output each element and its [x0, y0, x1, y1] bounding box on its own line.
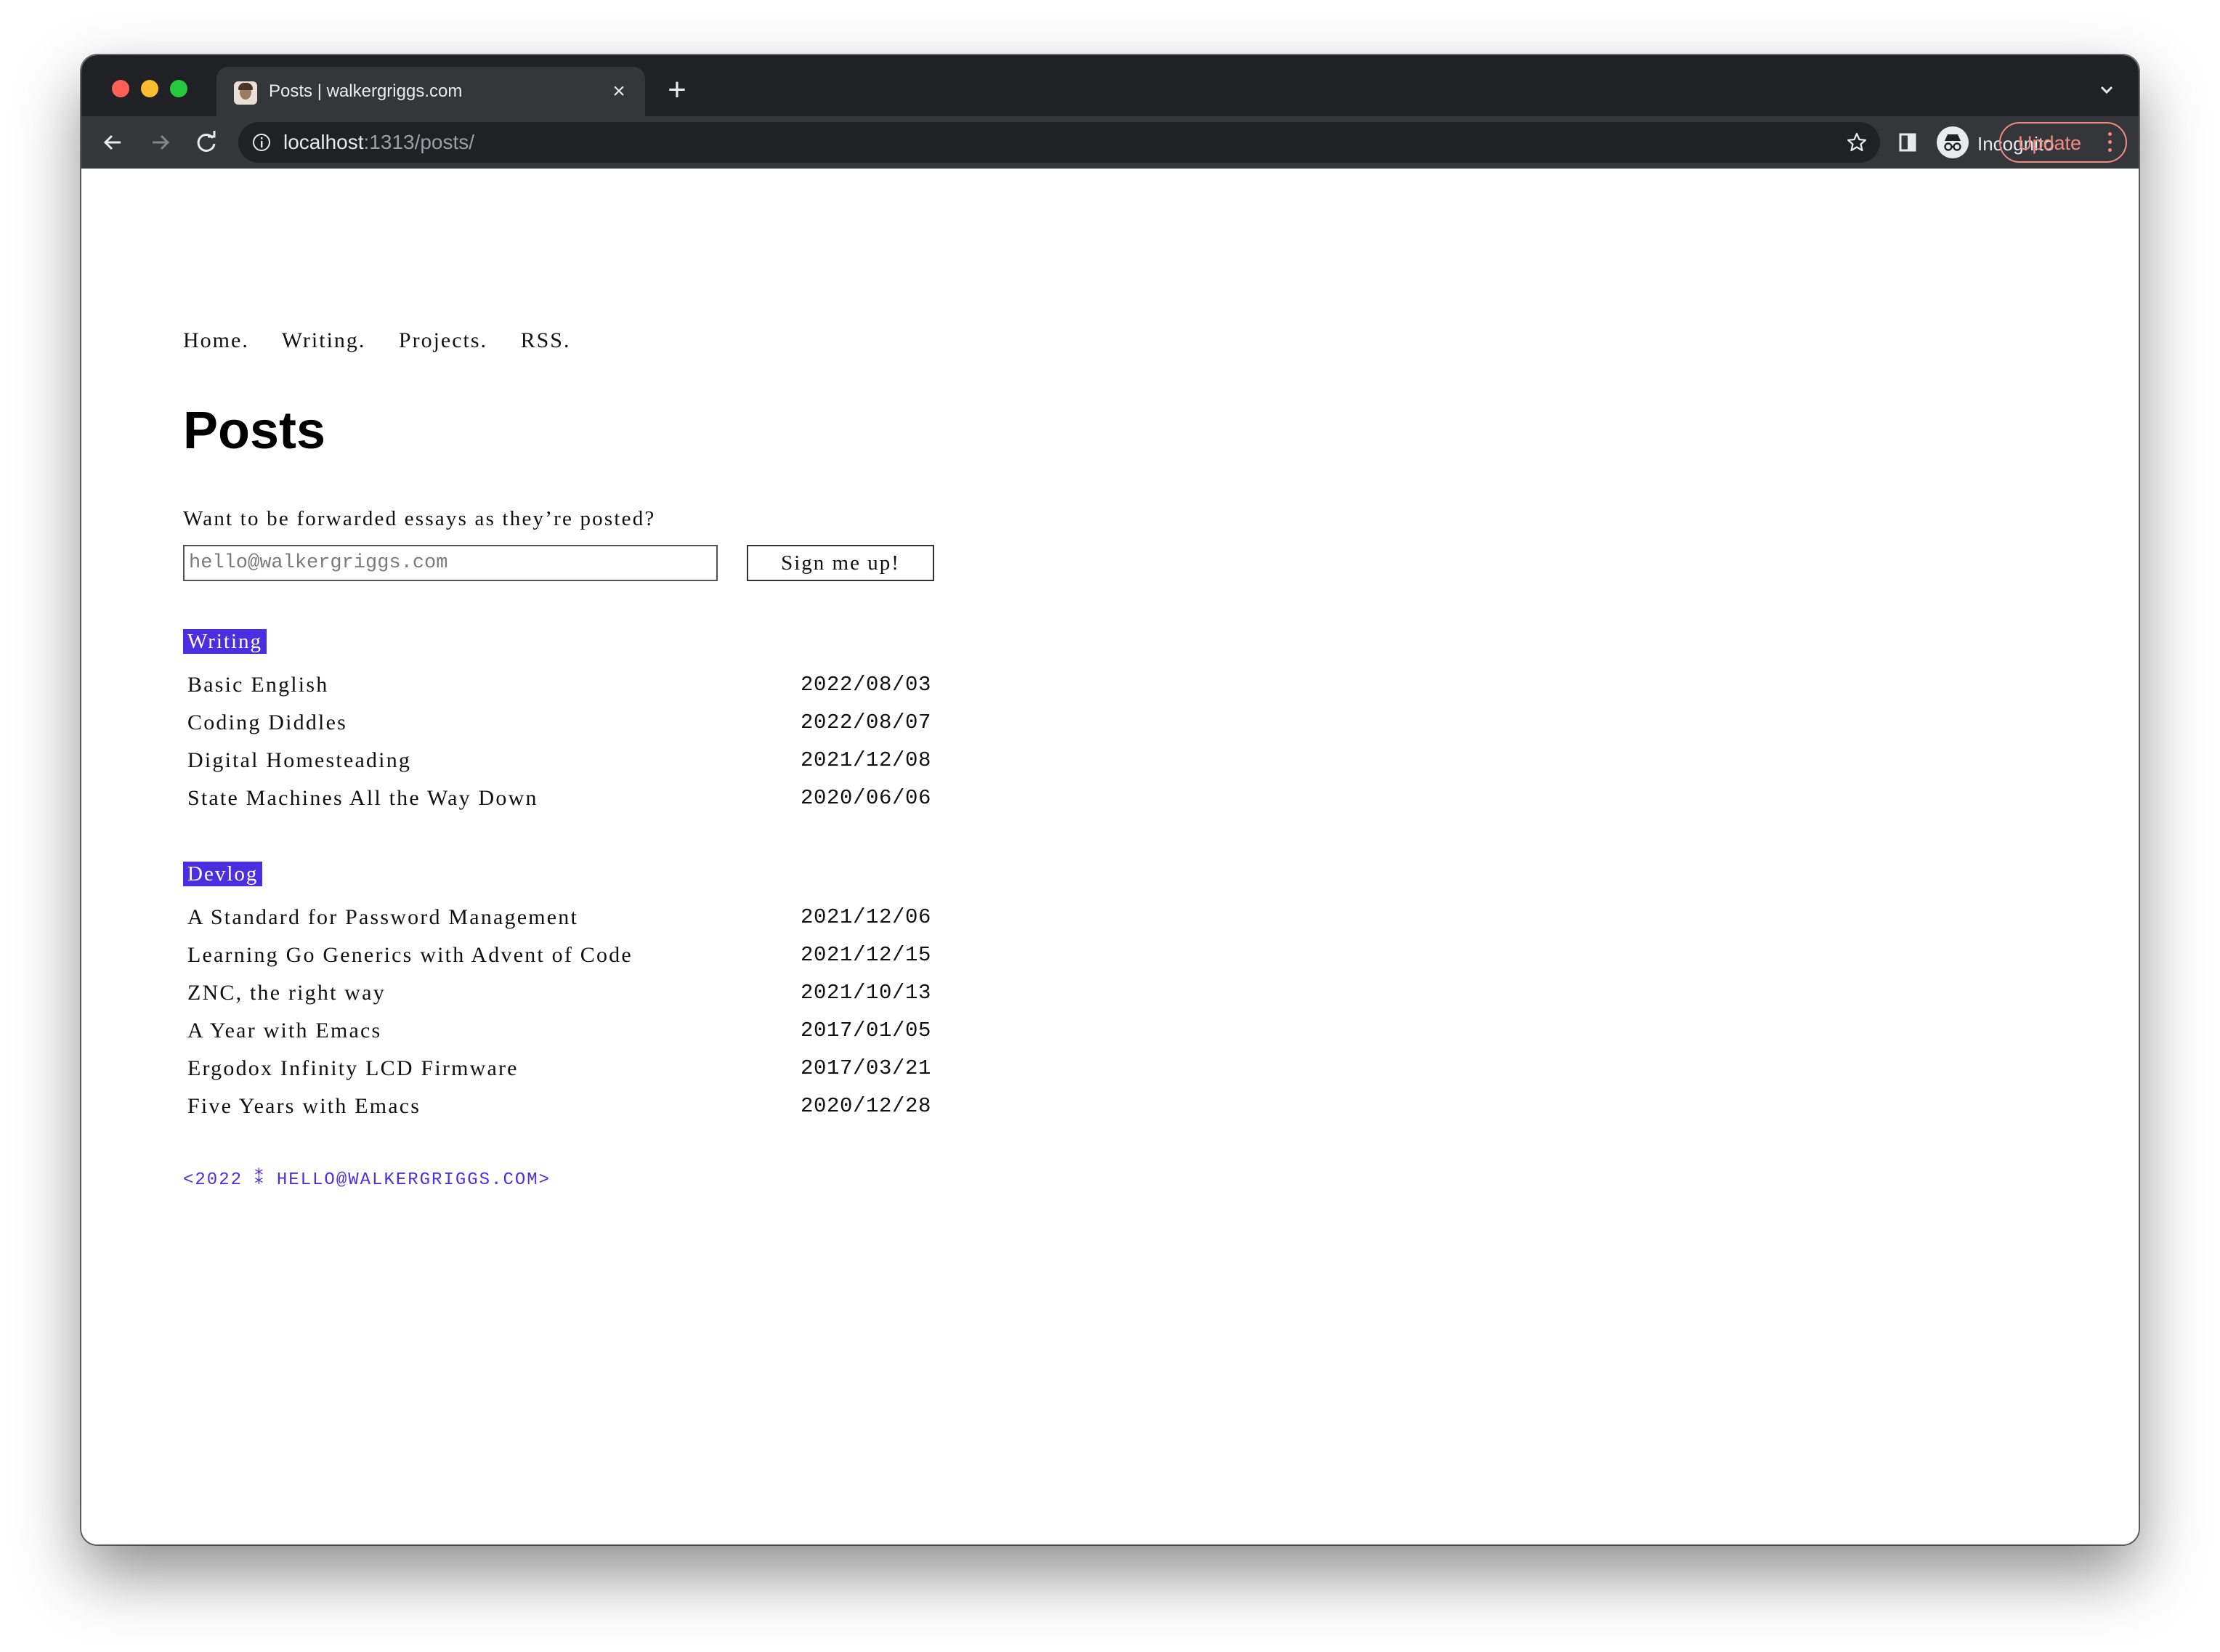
post-row[interactable]: ZNC, the right way 2021/10/13: [183, 975, 939, 1013]
section-writing: Writing Basic English 2022/08/03 Coding D…: [183, 629, 939, 818]
tab-close-icon[interactable]: ×: [606, 78, 632, 105]
forward-button[interactable]: [144, 126, 176, 158]
section-tag-writing[interactable]: Writing: [183, 629, 267, 654]
post-date: 2022/08/07: [800, 710, 931, 734]
post-date: 2021/12/06: [800, 905, 931, 929]
post-title[interactable]: Coding Diddles: [187, 710, 347, 735]
post-list-devlog: A Standard for Password Management 2021/1…: [183, 899, 939, 1126]
section-tag-devlog[interactable]: Devlog: [183, 862, 263, 886]
side-panel-icon[interactable]: [1892, 126, 1924, 158]
site-info-icon[interactable]: [251, 132, 272, 153]
post-title[interactable]: Five Years with Emacs: [187, 1094, 421, 1119]
incognito-icon: [1937, 126, 1969, 158]
post-title[interactable]: ZNC, the right way: [187, 981, 386, 1005]
address-bar[interactable]: localhost:1313/posts/: [238, 122, 1880, 163]
post-row[interactable]: Basic English 2022/08/03: [183, 667, 939, 705]
post-date: 2017/01/05: [800, 1019, 931, 1042]
email-field[interactable]: [183, 545, 718, 581]
page-title: Posts: [183, 402, 326, 460]
nav-rss[interactable]: RSS.: [521, 328, 571, 352]
post-date: 2017/03/21: [800, 1056, 931, 1080]
tab-title: Posts | walkergriggs.com: [269, 81, 463, 101]
post-date: 2021/10/13: [800, 981, 931, 1005]
post-row[interactable]: Learning Go Generics with Advent of Code…: [183, 937, 939, 975]
post-list-writing: Basic English 2022/08/03 Coding Diddles 20…: [183, 667, 939, 818]
post-date: 2022/08/03: [800, 673, 931, 697]
post-row[interactable]: Digital Homesteading 2021/12/08: [183, 742, 939, 780]
url-path: :1313/posts/: [363, 131, 475, 153]
section-devlog: Devlog A Standard for Password Managemen…: [183, 862, 939, 1126]
post-title[interactable]: Ergodox Infinity LCD Firmware: [187, 1056, 519, 1081]
post-row[interactable]: Ergodox Infinity LCD Firmware 2017/03/21: [183, 1050, 939, 1088]
url-text: localhost:1313/posts/: [283, 131, 474, 154]
post-row[interactable]: Coding Diddles 2022/08/07: [183, 705, 939, 742]
update-button[interactable]: Update: [1999, 122, 2127, 163]
post-date: 2020/12/28: [800, 1094, 931, 1118]
browser-window: Posts | walkergriggs.com × + localhost:1…: [81, 55, 2139, 1544]
minimize-window-button[interactable]: [141, 80, 158, 97]
url-host: localhost: [283, 131, 364, 153]
tab-strip: Posts | walkergriggs.com × +: [81, 55, 2139, 116]
post-row[interactable]: A Standard for Password Management 2021/1…: [183, 899, 939, 937]
post-row[interactable]: A Year with Emacs 2017/01/05: [183, 1013, 939, 1050]
post-row[interactable]: Five Years with Emacs 2020/12/28: [183, 1088, 939, 1126]
subscribe-prompt: Want to be forwarded essays as they’re p…: [183, 507, 656, 530]
post-title[interactable]: Learning Go Generics with Advent of Code: [187, 943, 633, 968]
browser-toolbar: localhost:1313/posts/ Incognito Update: [81, 116, 2139, 169]
close-window-button[interactable]: [112, 80, 129, 97]
tab-posts[interactable]: Posts | walkergriggs.com ×: [216, 67, 645, 116]
post-date: 2021/12/15: [800, 943, 931, 967]
reload-button[interactable]: [190, 126, 222, 158]
sign-up-button[interactable]: Sign me up!: [747, 545, 934, 581]
footer-contact-link[interactable]: <2022 ⁑ HELLO@WALKERGRIGGS.COM>: [183, 1168, 551, 1190]
post-title[interactable]: State Machines All the Way Down: [187, 786, 538, 811]
nav-projects[interactable]: Projects.: [399, 328, 487, 352]
bookmark-star-icon[interactable]: [1845, 131, 1868, 154]
favicon-icon: [234, 81, 257, 105]
update-label: Update: [2018, 132, 2082, 154]
site-nav: Home. Writing. Projects. RSS.: [183, 328, 596, 353]
more-menu-icon[interactable]: [2108, 132, 2114, 154]
post-title[interactable]: A Standard for Password Management: [187, 905, 578, 930]
post-date: 2021/12/08: [800, 748, 931, 772]
nav-writing[interactable]: Writing.: [282, 328, 366, 352]
maximize-window-button[interactable]: [170, 80, 187, 97]
tab-search-chevron-icon[interactable]: [2097, 80, 2117, 100]
nav-home[interactable]: Home.: [183, 328, 249, 352]
page-content: Home. Writing. Projects. RSS. Posts Want…: [81, 169, 2139, 1544]
post-row[interactable]: State Machines All the Way Down 2020/06/0…: [183, 780, 939, 818]
post-title[interactable]: Basic English: [187, 673, 328, 697]
back-button[interactable]: [97, 126, 129, 158]
new-tab-button[interactable]: +: [663, 74, 692, 106]
post-title[interactable]: A Year with Emacs: [187, 1019, 381, 1043]
post-title[interactable]: Digital Homesteading: [187, 748, 411, 773]
post-date: 2020/06/06: [800, 786, 931, 810]
